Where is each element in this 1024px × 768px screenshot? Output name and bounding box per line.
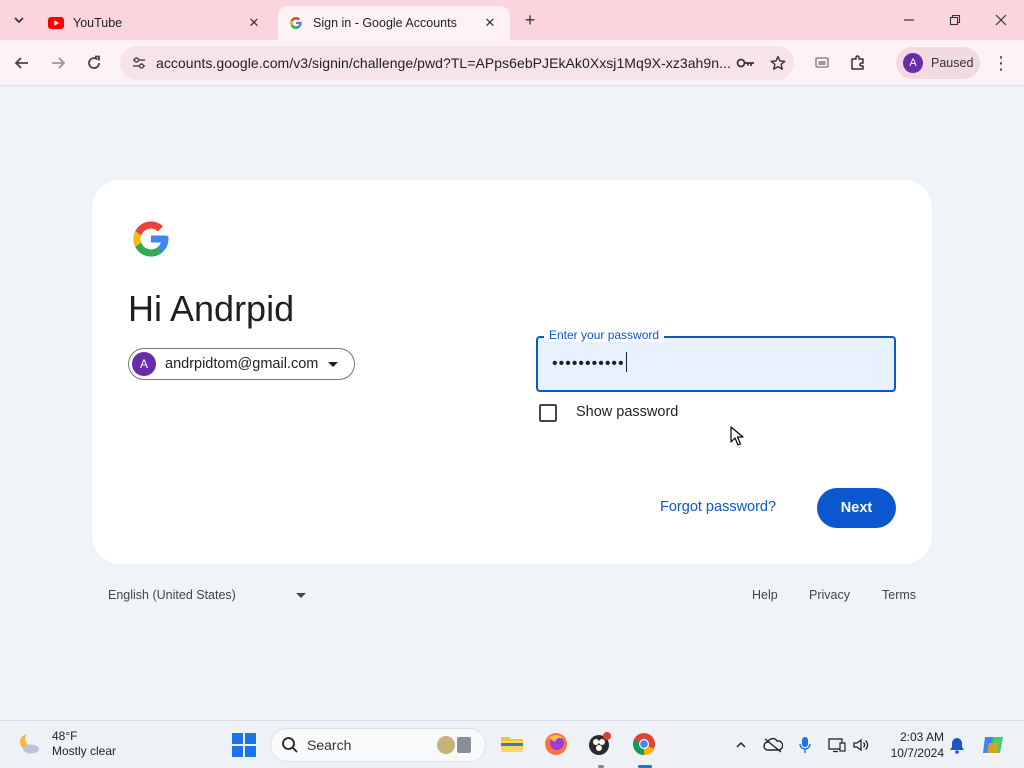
tab-title: Sign in - Google Accounts — [313, 16, 457, 30]
caret-down-icon — [328, 361, 339, 367]
close-tab-icon[interactable]: ✕ — [244, 13, 264, 33]
password-key-icon[interactable] — [730, 49, 762, 77]
close-window-button[interactable] — [983, 4, 1019, 36]
obs-studio-icon[interactable] — [586, 730, 614, 758]
clock-date: 10/7/2024 — [890, 746, 944, 760]
avatar: A — [903, 53, 923, 73]
language-label: English (United States) — [108, 588, 236, 602]
restore-icon — [949, 14, 961, 26]
text-caret — [625, 352, 627, 372]
show-password-checkbox[interactable] — [539, 404, 557, 422]
profile-button[interactable]: A Paused — [896, 47, 980, 79]
mouse-pointer-icon — [730, 426, 744, 446]
browser-toolbar: accounts.google.com/v3/signin/challenge/… — [0, 40, 1024, 86]
tab-google-signin[interactable]: Sign in - Google Accounts ✕ — [278, 6, 510, 40]
site-info-icon[interactable] — [122, 55, 156, 71]
forgot-password-link[interactable]: Forgot password? — [660, 499, 776, 515]
weather-temp: 48°F — [52, 729, 78, 743]
address-bar[interactable]: accounts.google.com/v3/signin/challenge/… — [120, 46, 794, 80]
arrow-right-icon — [52, 57, 66, 69]
minimize-icon — [904, 19, 914, 21]
minimize-button[interactable] — [891, 4, 927, 36]
bookmark-star-icon[interactable] — [762, 49, 794, 77]
search-icon — [282, 737, 298, 753]
network-icon[interactable] — [826, 734, 848, 756]
windows-taskbar: 48°F Mostly clear Search 2:03 AM 10/7/20… — [0, 720, 1024, 768]
extensions-puzzle-icon[interactable] — [844, 49, 872, 77]
footer-link-help[interactable]: Help — [752, 588, 778, 602]
profile-status: Paused — [931, 56, 974, 70]
windows-start-icon[interactable] — [232, 733, 256, 757]
show-password-label[interactable]: Show password — [576, 404, 678, 420]
taskbar-search[interactable]: Search — [270, 728, 486, 762]
weather-desc: Mostly clear — [52, 744, 117, 758]
close-icon — [995, 14, 1007, 26]
google-g-icon — [288, 15, 304, 31]
new-tab-button[interactable]: + — [519, 9, 541, 31]
forward-button[interactable] — [44, 49, 72, 77]
language-selector[interactable]: English (United States) — [108, 588, 306, 602]
google-logo-icon — [133, 221, 169, 257]
moon-cloud-icon — [20, 732, 39, 754]
cast-icon[interactable] — [808, 49, 836, 77]
password-dots: ••••••••••• — [552, 355, 625, 372]
footer-link-privacy[interactable]: Privacy — [809, 588, 850, 602]
account-email: andrpidtom@gmail.com — [165, 356, 319, 372]
url-text[interactable]: accounts.google.com/v3/signin/challenge/… — [156, 55, 730, 71]
microphone-icon[interactable] — [794, 734, 816, 756]
arrow-left-icon — [14, 57, 28, 69]
search-highlight-icon — [435, 734, 475, 756]
caret-down-icon — [295, 592, 306, 598]
file-explorer-icon[interactable] — [498, 730, 526, 758]
back-button[interactable] — [8, 49, 36, 77]
copilot-icon[interactable] — [980, 732, 1006, 758]
password-value[interactable]: ••••••••••• — [552, 352, 627, 373]
footer-link-terms[interactable]: Terms — [882, 588, 916, 602]
clock[interactable]: 2:03 AM 10/7/2024 — [880, 729, 944, 761]
chevron-up-icon[interactable] — [730, 734, 752, 756]
avatar: A — [132, 352, 156, 376]
signin-card: Hi Andrpid A andrpidtom@gmail.com Enter … — [92, 180, 932, 564]
account-chip[interactable]: A andrpidtom@gmail.com — [128, 348, 355, 380]
page-title: Hi Andrpid — [128, 288, 295, 329]
reload-button[interactable] — [80, 49, 108, 77]
onedrive-paused-icon[interactable] — [762, 734, 784, 756]
close-tab-icon[interactable]: ✕ — [480, 13, 500, 33]
weather-widget[interactable]: 48°F Mostly clear — [16, 729, 116, 759]
password-field-label: Enter your password — [544, 328, 665, 342]
tab-search-button[interactable] — [6, 7, 32, 33]
firefox-icon[interactable] — [542, 730, 570, 758]
menu-kebab-icon[interactable]: ⋮ — [990, 49, 1012, 77]
chevron-down-icon — [14, 17, 24, 24]
restore-button[interactable] — [937, 4, 973, 36]
tab-strip: YouTube ✕ Sign in - Google Accounts ✕ + — [0, 0, 1024, 40]
notification-bell-icon[interactable] — [946, 734, 968, 756]
youtube-icon — [48, 15, 64, 31]
reload-icon — [88, 55, 100, 69]
clock-time: 2:03 AM — [899, 730, 944, 744]
tab-youtube[interactable]: YouTube ✕ — [38, 6, 274, 40]
search-label: Search — [307, 737, 352, 753]
chrome-icon[interactable] — [630, 730, 658, 758]
tab-title: YouTube — [73, 16, 123, 30]
volume-icon[interactable] — [850, 734, 872, 756]
next-button[interactable]: Next — [817, 488, 896, 528]
